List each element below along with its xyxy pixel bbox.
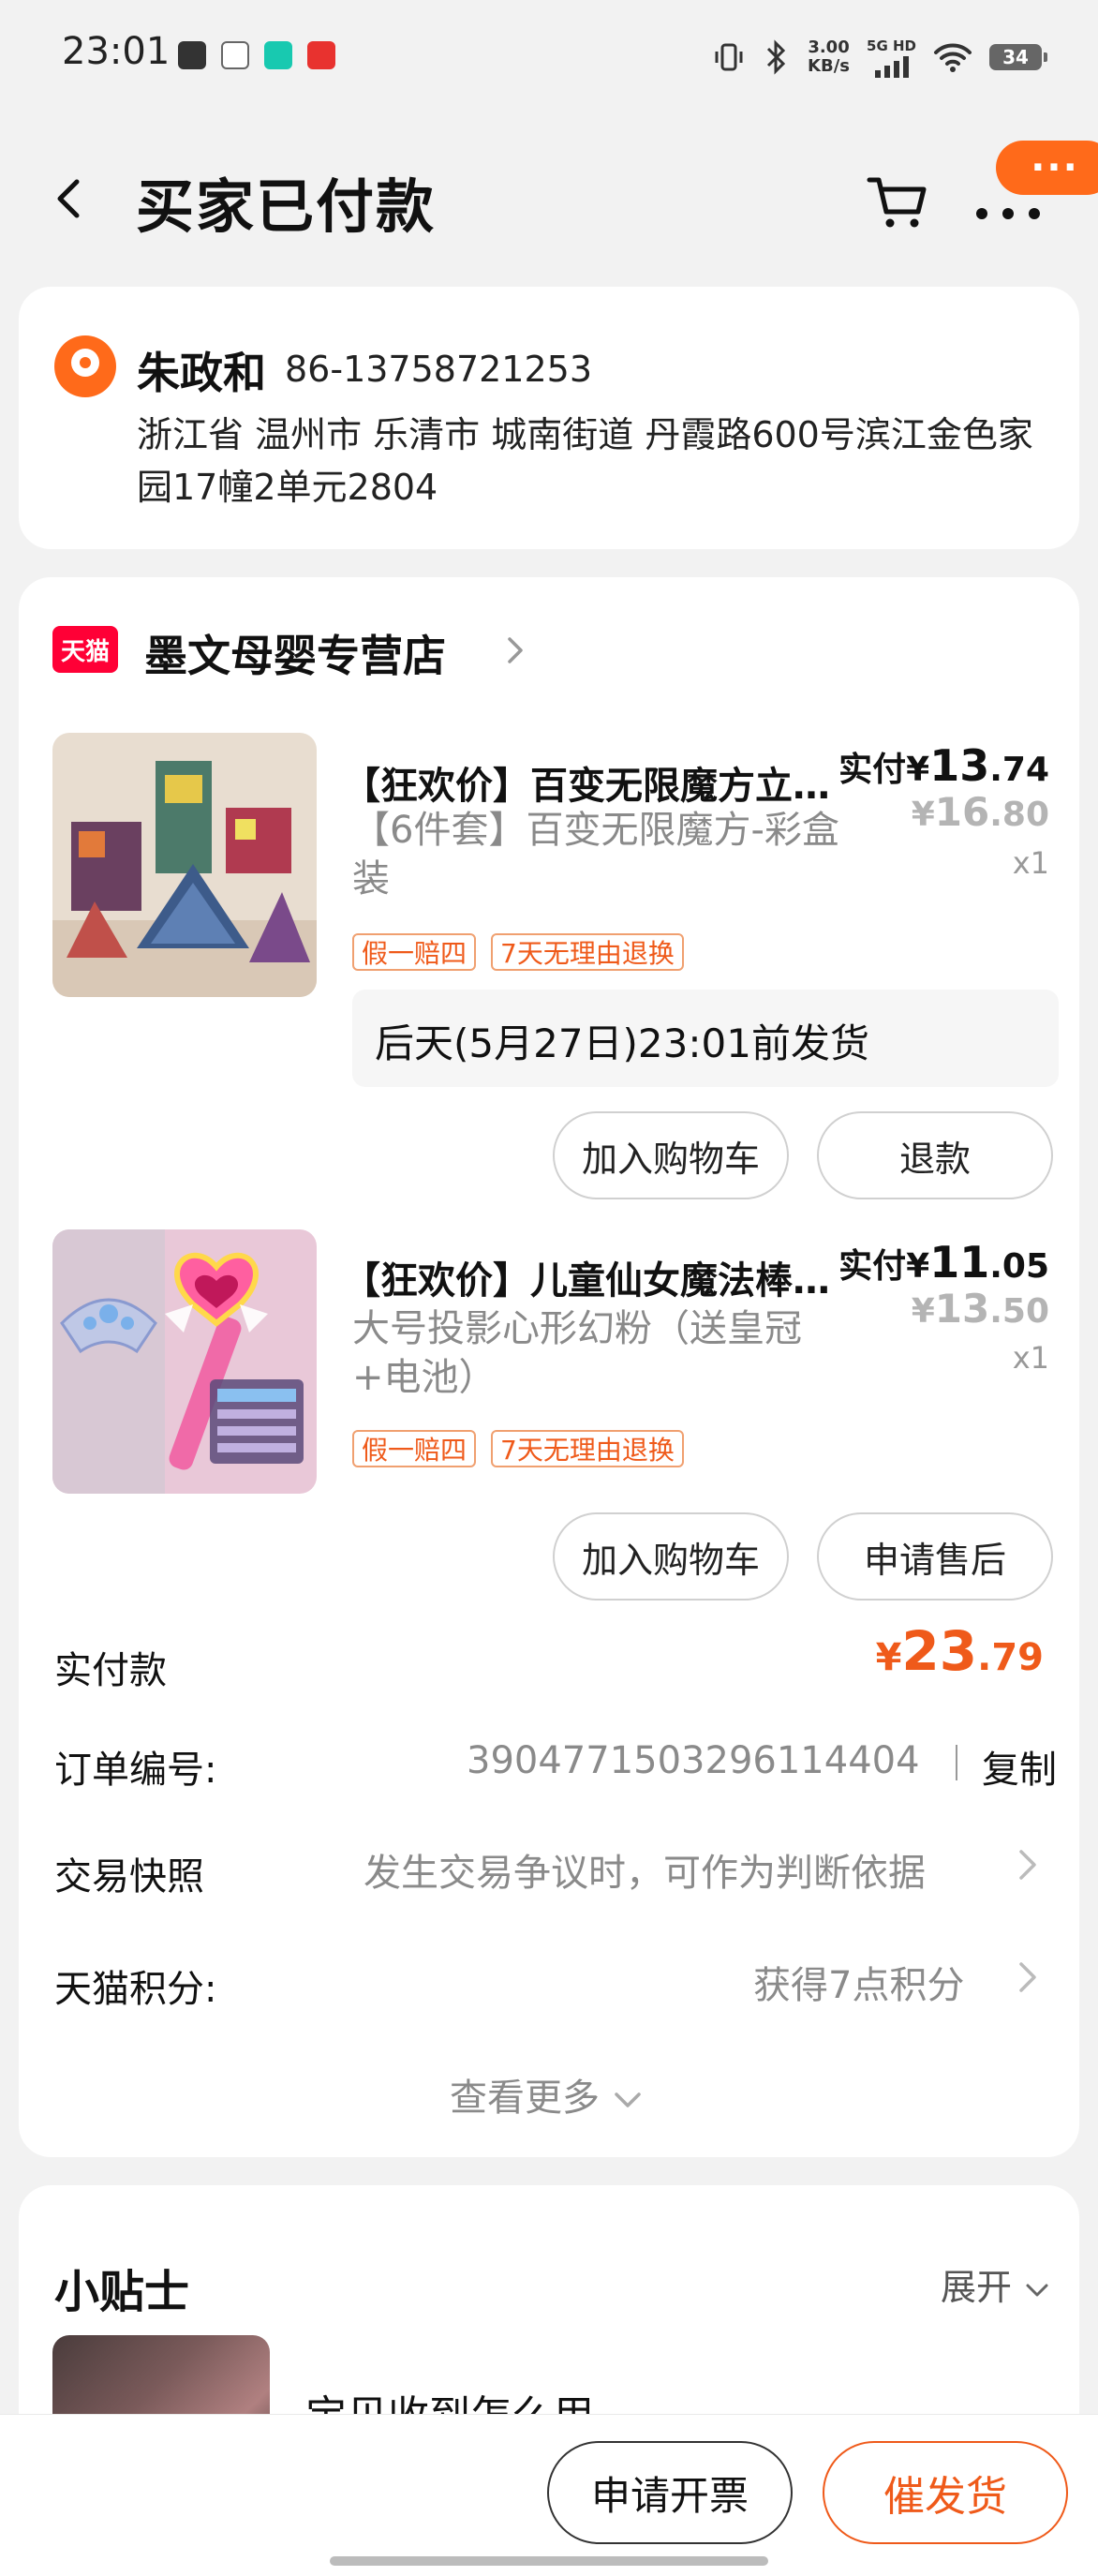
page-title: 买家已付款 bbox=[136, 159, 436, 244]
paid-int: 11 bbox=[929, 1237, 989, 1288]
status-time: 23:01 bbox=[62, 30, 170, 73]
app-icon-music bbox=[178, 41, 206, 69]
recipient-name: 朱政和 bbox=[137, 339, 266, 401]
message-bubble[interactable]: ··· bbox=[996, 141, 1098, 195]
product-thumbnail-wand[interactable] bbox=[52, 1229, 317, 1494]
chevron-right-icon[interactable] bbox=[1014, 1958, 1042, 1996]
network-label: 5G HD bbox=[867, 37, 916, 55]
orig-int: 16 bbox=[935, 789, 989, 835]
orig-dec: .50 bbox=[989, 1292, 1049, 1331]
after-sales-button[interactable]: 申请售后 bbox=[817, 1512, 1053, 1601]
paid-symbol: ¥ bbox=[906, 751, 929, 789]
network-type: 5G HD bbox=[867, 37, 916, 78]
status-bar: 23:01 3.00KB/s 5G HD 34 bbox=[0, 0, 1098, 112]
paid-int: 13 bbox=[929, 740, 989, 791]
back-icon[interactable] bbox=[41, 171, 97, 227]
total-dec: .79 bbox=[977, 1636, 1044, 1679]
see-more-label: 查看更多 bbox=[450, 2077, 600, 2120]
expand-button[interactable]: 展开 bbox=[941, 2258, 1051, 2310]
paid-dec: .05 bbox=[989, 1247, 1049, 1286]
shipping-text: 后天(5月27日)23:01前发货 bbox=[375, 1012, 869, 1069]
app-icon-green bbox=[264, 41, 292, 69]
product-thumbnail-cube[interactable] bbox=[52, 733, 317, 997]
see-more-button[interactable]: 查看更多 bbox=[450, 2067, 644, 2122]
paid-prefix: 实付 bbox=[838, 1247, 906, 1286]
total-label: 实付款 bbox=[54, 1640, 167, 1694]
net-speed: 3.00KB/s bbox=[808, 38, 850, 76]
urge-shipping-button[interactable]: 催发货 bbox=[823, 2441, 1068, 2544]
cube-image-icon bbox=[52, 733, 317, 997]
shipping-notice: 后天(5月27日)23:01前发货 bbox=[352, 990, 1059, 1087]
add-to-cart-button[interactable]: 加入购物车 bbox=[553, 1512, 789, 1601]
vibrate-icon bbox=[712, 40, 746, 74]
recipient-phone: 86-13758721253 bbox=[285, 349, 592, 390]
address-line: 浙江省 温州市 乐清市 城南街道 丹霞路600号滨江金色家园17幢2单元2804 bbox=[137, 409, 1064, 514]
cart-icon[interactable] bbox=[864, 169, 929, 234]
request-invoice-button[interactable]: 申请开票 bbox=[547, 2441, 793, 2544]
paid-symbol: ¥ bbox=[906, 1247, 929, 1286]
order-number-divider bbox=[956, 1745, 957, 1780]
product-title[interactable]: 【狂欢价】儿童仙女魔法棒投影 bbox=[343, 1250, 830, 1304]
net-speed-unit: KB/s bbox=[808, 57, 850, 76]
wand-image-icon bbox=[52, 1229, 317, 1494]
paid-price: 实付¥11.05 bbox=[838, 1237, 1049, 1288]
home-indicator[interactable] bbox=[330, 2556, 768, 2566]
paid-dec: .74 bbox=[989, 751, 1049, 789]
tag-fake-compensation: 假一赔四 bbox=[352, 1430, 476, 1467]
wifi-icon bbox=[933, 41, 972, 73]
add-to-cart-button[interactable]: 加入购物车 bbox=[553, 1111, 789, 1199]
expand-label: 展开 bbox=[941, 2267, 1012, 2308]
order-number: 3904771503296114404 bbox=[467, 1739, 920, 1782]
original-price: ¥13.50 bbox=[912, 1286, 1049, 1332]
points-label[interactable]: 天猫积分: bbox=[54, 1958, 216, 2013]
app-icon-netease bbox=[307, 41, 335, 69]
order-card: 天猫 墨文母婴专营店 【狂欢价】百变无限魔方立体几何 【6件套】百变无限魔方-彩… bbox=[19, 577, 1079, 2157]
orig-symbol: ¥ bbox=[912, 796, 935, 834]
paid-prefix: 实付 bbox=[838, 751, 906, 789]
total-int: 23 bbox=[901, 1619, 977, 1683]
order-number-label: 订单编号: bbox=[54, 1739, 216, 1794]
battery-indicator: 34 bbox=[989, 44, 1042, 70]
address-card[interactable]: 朱政和 86-13758721253 浙江省 温州市 乐清市 城南街道 丹霞路6… bbox=[19, 287, 1079, 549]
location-icon bbox=[54, 335, 116, 397]
orig-int: 13 bbox=[935, 1286, 989, 1332]
signal-icon bbox=[873, 55, 911, 78]
tips-title: 小贴士 bbox=[54, 2255, 189, 2320]
tmall-badge: 天猫 bbox=[52, 626, 118, 673]
shop-name[interactable]: 墨文母婴专营店 bbox=[144, 622, 446, 684]
quantity: x1 bbox=[1013, 845, 1049, 881]
chevron-down-icon bbox=[612, 2086, 644, 2114]
original-price: ¥16.80 bbox=[912, 789, 1049, 835]
tag-7day-return: 7天无理由退换 bbox=[491, 933, 684, 971]
page-header: 买家已付款 bbox=[0, 141, 1098, 262]
snapshot-value[interactable]: 发生交易争议时，可作为判断依据 bbox=[364, 1842, 926, 1897]
copy-button[interactable]: 复制 bbox=[982, 1739, 1057, 1794]
orig-symbol: ¥ bbox=[912, 1292, 935, 1331]
paid-price: 实付¥13.74 bbox=[838, 740, 1049, 791]
points-value[interactable]: 获得7点积分 bbox=[753, 1955, 964, 2009]
status-icons: 3.00KB/s 5G HD 34 bbox=[712, 34, 1042, 81]
net-speed-value: 3.00 bbox=[808, 38, 850, 57]
snapshot-label[interactable]: 交易快照 bbox=[54, 1846, 204, 1900]
product-title[interactable]: 【狂欢价】百变无限魔方立体几何 bbox=[343, 755, 830, 810]
tag-7day-return: 7天无理由退换 bbox=[491, 1430, 684, 1467]
product-spec: 【6件套】百变无限魔方-彩盒装 bbox=[352, 806, 839, 903]
quantity: x1 bbox=[1013, 1340, 1049, 1376]
bottom-action-bar: 申请开票 催发货 bbox=[0, 2414, 1098, 2576]
total-price: ¥23.79 bbox=[876, 1619, 1044, 1683]
chevron-right-icon[interactable] bbox=[1014, 1846, 1042, 1884]
orig-dec: .80 bbox=[989, 796, 1049, 834]
total-symbol: ¥ bbox=[876, 1636, 902, 1679]
app-icon-taobao bbox=[221, 41, 249, 69]
chevron-down-icon bbox=[1023, 2277, 1051, 2303]
bluetooth-icon bbox=[763, 39, 791, 75]
refund-button[interactable]: 退款 bbox=[817, 1111, 1053, 1199]
chevron-right-icon[interactable] bbox=[497, 632, 534, 669]
product-spec: 大号投影心形幻粉（送皇冠+电池） bbox=[352, 1304, 839, 1402]
tag-fake-compensation: 假一赔四 bbox=[352, 933, 476, 971]
